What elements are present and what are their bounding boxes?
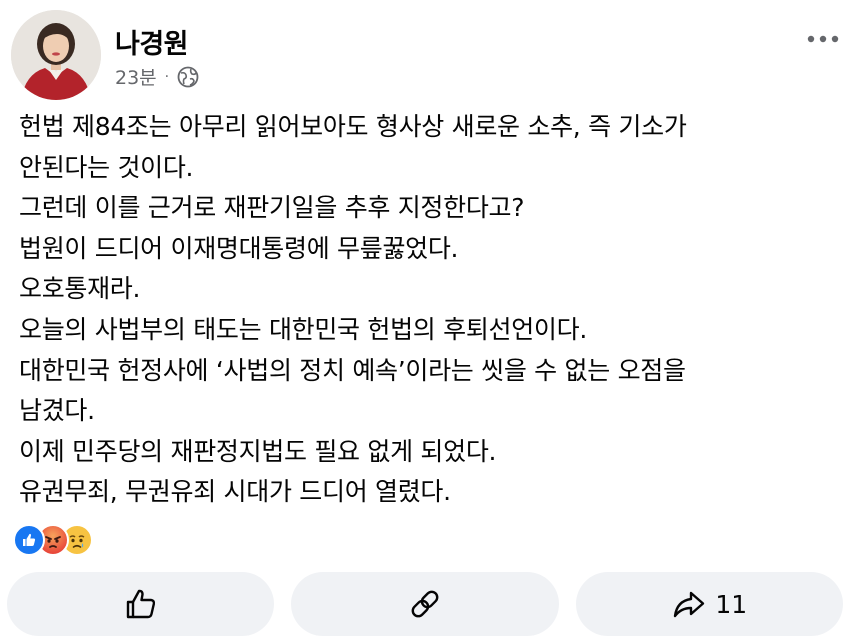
post-text-line: 남겼다. — [19, 396, 95, 426]
post-text-line: 오호통재라. — [19, 274, 141, 304]
thumbs-up-icon — [123, 586, 159, 622]
post-meta: 23분 · — [115, 63, 199, 90]
post-text-line: 그런데 이를 근거로 재판기일을 추후 지정한다고? — [19, 193, 525, 223]
share-count: 11 — [715, 589, 748, 619]
author-name[interactable]: 나경원 — [115, 22, 189, 61]
post-text-line: 법원이 드디어 이재명대통령에 무릎꿇었다. — [19, 233, 459, 263]
copy-link-button[interactable] — [291, 572, 559, 636]
post-text-line: 헌법 제84조는 아무리 읽어보아도 형사상 새로운 소추, 즉 기소가 — [19, 112, 687, 141]
like-reaction-icon — [13, 524, 45, 556]
facebook-post: 나경원 23분 · 헌법 제84조는 아무리 읽어보아도 형사상 새로운 소추,… — [0, 0, 850, 637]
meta-separator: · — [164, 68, 170, 85]
post-time[interactable]: 23분 — [115, 63, 157, 90]
more-options-icon[interactable] — [806, 30, 840, 48]
post-text-line: 대한민국 헌정사에 ‘사법의 정치 예속’이라는 씻을 수 없는 오점을 — [19, 355, 686, 385]
post-text-line: 유권무죄, 무권유죄 시대가 드디어 열렸다. — [19, 477, 451, 507]
link-icon — [407, 586, 443, 622]
action-bar: 11 — [7, 572, 843, 636]
post-text-line: 이제 민주당의 재판정지법도 필요 없게 되었다. — [19, 436, 497, 466]
author-avatar[interactable] — [11, 10, 101, 100]
like-button[interactable] — [7, 572, 275, 636]
reaction-summary[interactable] — [13, 524, 93, 556]
post-text-line: 오늘의 사법부의 태도는 대한민국 헌법의 후퇴선언이다. — [19, 314, 587, 344]
post-body: 헌법 제84조는 아무리 읽어보아도 형사상 새로운 소추, 즉 기소가 안된다… — [19, 107, 834, 513]
globe-icon[interactable] — [177, 66, 199, 88]
post-text-line: 안된다는 것이다. — [19, 152, 194, 182]
share-arrow-icon — [671, 586, 707, 622]
share-button[interactable]: 11 — [575, 572, 843, 636]
